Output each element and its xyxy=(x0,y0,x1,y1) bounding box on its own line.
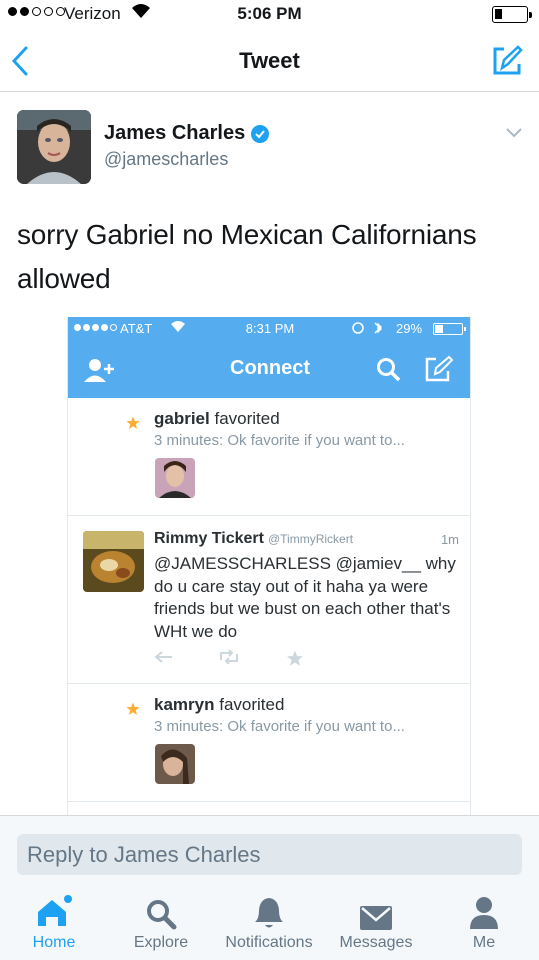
embedded-tweet-time: 1m xyxy=(440,532,459,547)
embedded-tweet: Rimmy Tickert @TimmyRickert 1m @JAMESSCHA… xyxy=(68,516,470,684)
star-icon xyxy=(126,702,140,721)
notification-detail: 3 minutes: Ok favorite if you want to... xyxy=(154,718,405,735)
embedded-header: AT&T 8:31 PM 29% Connect xyxy=(68,317,470,398)
tab-notifications[interactable]: Notifications xyxy=(219,888,319,952)
status-bar: Verizon 5:06 PM xyxy=(0,0,539,30)
author-row: James Charles xyxy=(104,122,270,145)
home-icon xyxy=(4,888,104,930)
embedded-tweet-avatar xyxy=(83,531,144,592)
embedded-rotation-bluetooth-icon xyxy=(351,320,387,339)
author-name[interactable]: James Charles xyxy=(104,122,245,145)
tab-bar: Home Explore Notifications Messages Me xyxy=(0,888,539,960)
tweet-attached-image[interactable]: AT&T 8:31 PM 29% Connect gabriel favorit… xyxy=(67,317,471,815)
embedded-tweet-name: Rimmy Tickert xyxy=(154,530,264,547)
tab-me[interactable]: Me xyxy=(434,888,534,952)
notification-action: favorited xyxy=(219,695,285,714)
tab-label: Notifications xyxy=(225,934,313,951)
tweet-text: sorry Gabriel no Mexican Californians al… xyxy=(17,219,477,294)
notification-user: kamryn xyxy=(154,695,215,714)
tab-explore[interactable]: Explore xyxy=(111,888,211,952)
compose-tweet-icon[interactable] xyxy=(490,44,524,83)
tab-label: Me xyxy=(472,934,496,951)
tab-label: Messages xyxy=(339,934,413,951)
embedded-battery-percent: 29% xyxy=(396,321,423,336)
embedded-tweet-handle: @TimmyRickert xyxy=(267,532,354,546)
tab-label: Explore xyxy=(133,934,189,951)
embedded-title: Connect xyxy=(230,357,310,379)
embedded-compose-icon xyxy=(424,355,456,388)
author-avatar[interactable] xyxy=(17,110,91,184)
notification-avatar xyxy=(155,458,195,498)
navigation-bar: Tweet xyxy=(0,30,539,92)
star-icon xyxy=(126,416,140,435)
notification-avatar xyxy=(155,744,195,784)
notification-action: favorited xyxy=(214,409,280,428)
embedded-status-bar: AT&T 8:31 PM 29% xyxy=(68,317,470,341)
embedded-search-icon xyxy=(376,357,402,388)
tab-label: Home xyxy=(32,934,76,951)
person-icon xyxy=(434,888,534,930)
notification-detail: 3 minutes: Ok favorite if you want to... xyxy=(154,432,405,449)
retweet-icon xyxy=(218,649,240,669)
status-time: 5:06 PM xyxy=(237,4,302,23)
author-handle: @jamescharles xyxy=(104,149,229,169)
page-title: Tweet xyxy=(239,48,300,73)
verified-badge-icon xyxy=(251,124,270,143)
embedded-battery-icon xyxy=(433,323,466,335)
notification-user: gabriel xyxy=(154,409,210,428)
battery-icon xyxy=(492,6,532,23)
bottom-area: Reply to James Charles Home Explore Noti… xyxy=(0,815,539,960)
tab-home[interactable]: Home xyxy=(4,888,104,952)
notification-item: kamryn favorited 3 minutes: Ok favorite … xyxy=(68,684,470,802)
notification-item: gabriel favorited 3 minutes: Ok favorite… xyxy=(68,398,470,516)
search-icon xyxy=(111,888,211,930)
reply-arrow-icon xyxy=(154,650,174,669)
reply-input[interactable]: Reply to James Charles xyxy=(17,834,522,875)
bell-icon xyxy=(219,888,319,930)
tab-messages[interactable]: Messages xyxy=(326,888,426,952)
embedded-tweet-text: @JAMESSCHARLESS @jamiev__ why do u care … xyxy=(154,554,456,641)
favorite-star-icon xyxy=(286,650,304,672)
envelope-icon xyxy=(326,888,426,930)
chevron-down-icon[interactable] xyxy=(504,126,524,145)
